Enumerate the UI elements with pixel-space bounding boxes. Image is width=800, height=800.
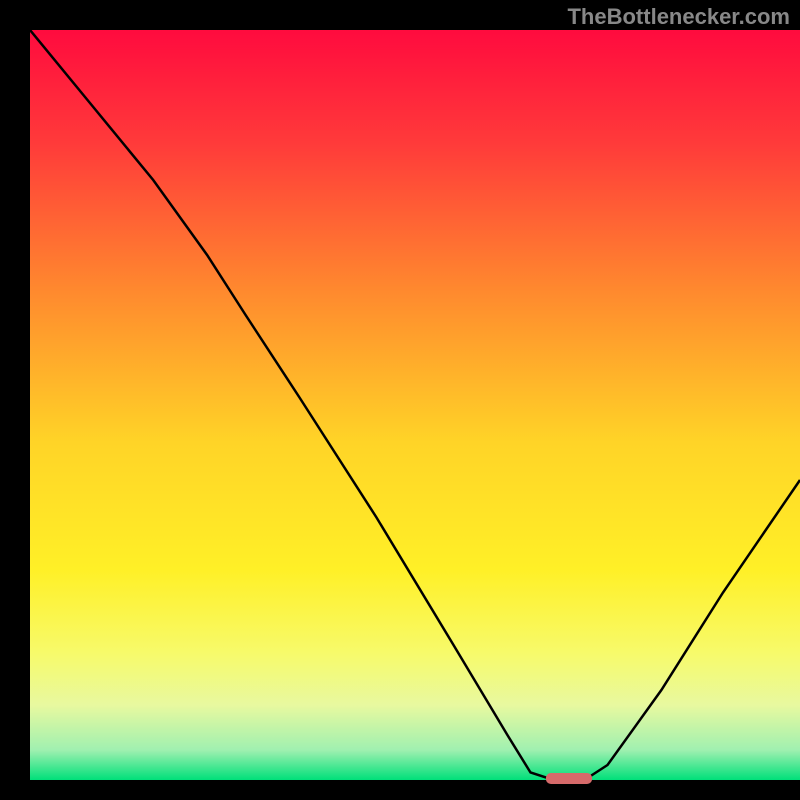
chart-svg [0,0,800,800]
watermark-text: TheBottlenecker.com [567,4,790,30]
bottleneck-chart [0,0,800,800]
optimal-marker [546,773,592,784]
gradient-background [30,30,800,780]
